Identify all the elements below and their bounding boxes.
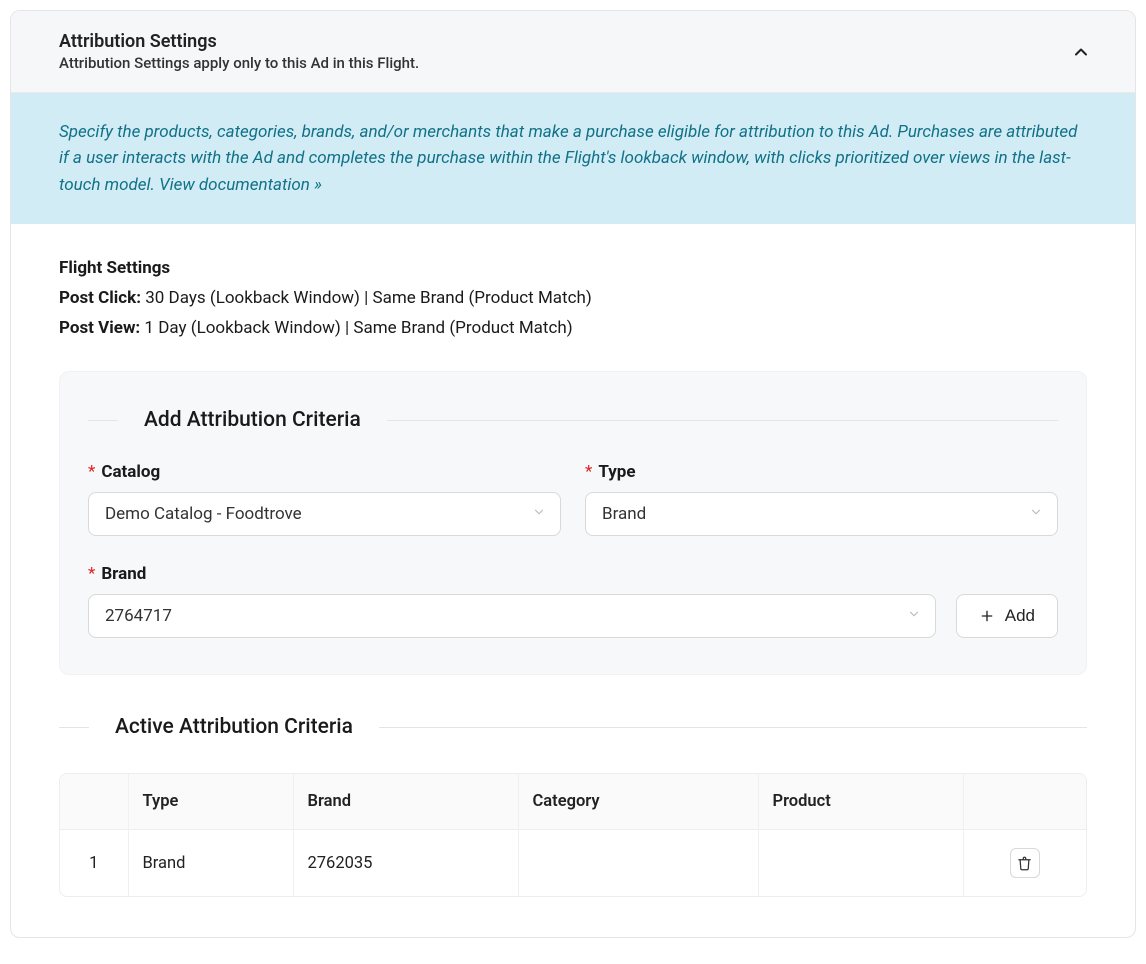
legend-line (59, 727, 89, 728)
attribution-settings-card: Attribution Settings Attribution Setting… (10, 10, 1136, 938)
info-banner: Specify the products, categories, brands… (11, 93, 1135, 224)
col-header-brand: Brand (293, 774, 518, 830)
col-header-index (60, 774, 128, 830)
add-criteria-legend: Add Attribution Criteria (88, 408, 1058, 432)
panel-content: Flight Settings Post Click: 30 Days (Loo… (11, 224, 1135, 937)
table-row: 1 Brand 2762035 (60, 830, 1086, 897)
type-label: *Type (585, 462, 1058, 482)
chevron-down-icon (1029, 504, 1043, 524)
plus-icon (979, 608, 995, 624)
legend-line (387, 420, 1058, 421)
post-view-value: 1 Day (Lookback Window) | Same Brand (Pr… (140, 318, 572, 338)
col-header-actions (963, 774, 1086, 830)
active-criteria-table-wrap: Type Brand Category Product 1 Brand 2762… (59, 773, 1087, 897)
col-header-product: Product (758, 774, 963, 830)
catalog-label: *Catalog (88, 462, 561, 482)
cell-actions (963, 830, 1086, 897)
active-criteria-legend: Active Attribution Criteria (59, 715, 1087, 739)
chevron-down-icon (907, 606, 921, 626)
view-documentation-link[interactable]: View documentation » (159, 175, 322, 195)
flight-settings: Flight Settings Post Click: 30 Days (Loo… (59, 254, 1087, 343)
cell-category (518, 830, 758, 897)
col-header-type: Type (128, 774, 293, 830)
cell-index: 1 (60, 830, 128, 897)
post-click-value: 30 Days (Lookback Window) | Same Brand (… (141, 288, 592, 308)
trash-icon (1017, 856, 1032, 871)
panel-header: Attribution Settings Attribution Setting… (11, 11, 1135, 93)
brand-select[interactable]: 2764717 (88, 594, 936, 638)
add-criteria-legend-text: Add Attribution Criteria (118, 408, 387, 432)
post-click-row: Post Click: 30 Days (Lookback Window) | … (59, 284, 1087, 314)
type-select-value: Brand (602, 504, 646, 524)
legend-line (88, 420, 118, 421)
brand-label: *Brand (88, 564, 936, 584)
panel-subtitle: Attribution Settings apply only to this … (59, 54, 1067, 72)
brand-select-value: 2764717 (105, 606, 172, 626)
type-select[interactable]: Brand (585, 492, 1058, 536)
flight-settings-heading: Flight Settings (59, 254, 1087, 284)
delete-row-button[interactable] (1010, 848, 1040, 878)
chevron-down-icon (532, 504, 546, 524)
catalog-select[interactable]: Demo Catalog - Foodtrove (88, 492, 561, 536)
cell-brand: 2762035 (293, 830, 518, 897)
collapse-toggle[interactable] (1067, 38, 1095, 66)
cell-type: Brand (128, 830, 293, 897)
add-button[interactable]: Add (956, 594, 1058, 638)
panel-title: Attribution Settings (59, 31, 1067, 52)
col-header-category: Category (518, 774, 758, 830)
post-view-label: Post View: (59, 318, 140, 338)
active-criteria-table: Type Brand Category Product 1 Brand 2762… (60, 774, 1086, 896)
cell-product (758, 830, 963, 897)
post-click-label: Post Click: (59, 288, 141, 308)
catalog-select-value: Demo Catalog - Foodtrove (105, 504, 302, 524)
chevron-up-icon (1071, 42, 1091, 62)
add-criteria-section: Add Attribution Criteria *Catalog Demo C… (59, 371, 1087, 675)
add-button-label: Add (1005, 606, 1035, 626)
post-view-row: Post View: 1 Day (Lookback Window) | Sam… (59, 314, 1087, 344)
legend-line (379, 727, 1087, 728)
active-criteria-legend-text: Active Attribution Criteria (89, 715, 379, 739)
